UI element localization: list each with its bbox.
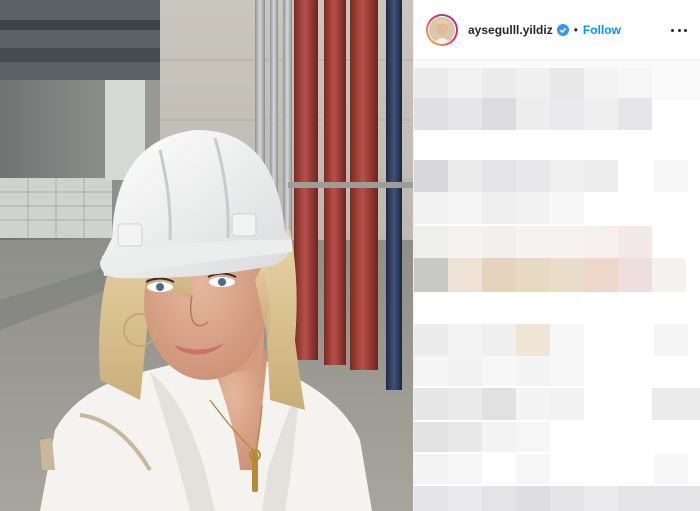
post-header: aysegulll.yildiz • Follow xyxy=(414,0,700,60)
follow-button[interactable]: Follow xyxy=(583,23,621,37)
key-pendant xyxy=(252,452,258,492)
red-pipe xyxy=(294,0,318,360)
pixelated-comments-area xyxy=(414,60,700,511)
ellipsis-horizontal-icon[interactable] xyxy=(671,22,687,38)
separator-dot: • xyxy=(573,22,578,37)
verified-badge-icon xyxy=(556,23,569,36)
post-photo[interactable] xyxy=(0,0,413,511)
username-link[interactable]: aysegulll.yildiz xyxy=(468,23,553,37)
blue-pipe xyxy=(386,0,402,390)
avatar-image xyxy=(429,16,455,43)
instagram-post: aysegulll.yildiz • Follow xyxy=(0,0,700,511)
pixelation-mosaic xyxy=(414,60,700,511)
post-side-panel: aysegulll.yildiz • Follow xyxy=(413,0,700,511)
avatar[interactable] xyxy=(426,13,458,46)
